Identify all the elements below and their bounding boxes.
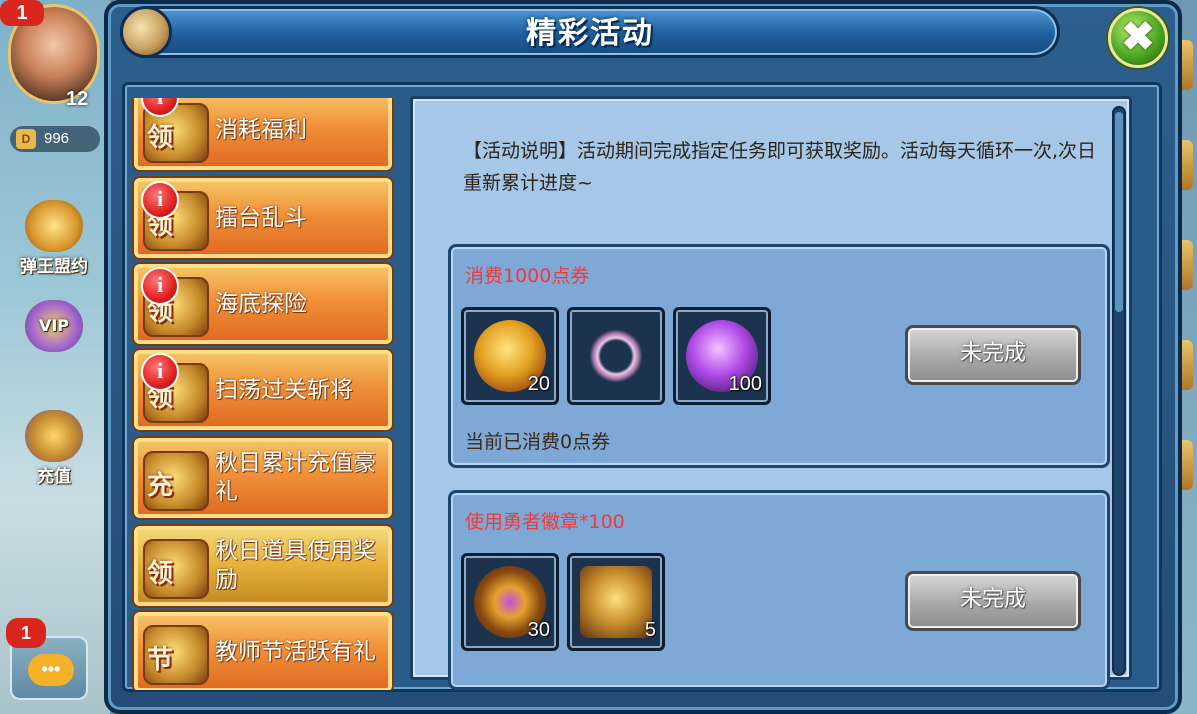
alliance-button[interactable]: 弹王盟约 — [6, 200, 102, 280]
reward-slot[interactable]: 30 — [461, 553, 559, 651]
activity-item-autumn-recharge[interactable]: 充 秋日累计充值豪礼 — [134, 438, 392, 518]
task-card: 消费1000点券 20 100 未完成 当前已消费0点券 — [448, 244, 1110, 468]
activity-item-seabed-explore[interactable]: 领 i 海底探险 — [134, 264, 392, 344]
activity-item-teachers-day[interactable]: 节 教师节活跃有礼 — [134, 612, 392, 690]
claim-badge-icon: 领 — [147, 559, 174, 589]
task-status-button[interactable]: 未完成 — [905, 325, 1081, 385]
alert-icon: i — [141, 267, 179, 305]
task-title: 消费1000点券 — [465, 265, 590, 287]
avatar-notification-badge: 1 — [0, 0, 44, 26]
activity-item-sweep-stages[interactable]: 领 i 扫荡过关斩将 — [134, 350, 392, 430]
activity-item-autumn-item-use[interactable]: 领 秋日道具使用奖励 — [134, 526, 392, 606]
reward-slot[interactable]: 20 — [461, 307, 559, 405]
task-title: 使用勇者徽章*100 — [465, 511, 625, 533]
horn-icon — [120, 6, 172, 58]
currency-display: D 996 — [10, 126, 100, 152]
activity-description: 【活动说明】活动期间完成指定任务即可获取奖励。活动每天循环一次,次日重新累计进度… — [463, 140, 1097, 194]
chat-bubble-icon: ••• — [28, 654, 74, 686]
recharge-badge-icon: 充 — [147, 471, 174, 501]
vip-level: 12 — [66, 88, 89, 110]
alert-icon: i — [141, 181, 179, 219]
chat-notification-badge: 1 — [6, 618, 46, 648]
alliance-label: 弹王盟约 — [20, 257, 88, 277]
vip-button[interactable]: VIP — [6, 300, 102, 380]
task-status-button[interactable]: 未完成 — [905, 571, 1081, 631]
activity-item-consume-welfare[interactable]: 领 i 消耗福利 — [134, 98, 392, 170]
reward-count: 100 — [728, 373, 762, 395]
activity-label: 海底探险 — [215, 290, 307, 317]
recharge-label: 充值 — [37, 467, 71, 487]
task-card: 使用勇者徽章*100 30 5 未完成 — [448, 490, 1110, 690]
scrollbar-thumb[interactable] — [1115, 112, 1123, 312]
coin-icon: D — [16, 129, 36, 149]
reward-slot[interactable]: 100 — [673, 307, 771, 405]
activity-label: 擂台乱斗 — [215, 204, 307, 231]
activity-item-arena-brawl[interactable]: 领 i 擂台乱斗 — [134, 178, 392, 258]
ring-icon — [580, 320, 652, 392]
activity-label: 秋日道具使用奖励 — [215, 538, 376, 593]
dialog-title: 精彩活动 — [526, 16, 654, 51]
activity-list[interactable]: 领 i 消耗福利 领 i 擂台乱斗 领 i 海底探险 领 i 扫荡过关斩将 充 … — [130, 98, 398, 690]
recharge-button[interactable]: 充值 — [6, 410, 102, 490]
dialog-title-bar: 精彩活动 — [120, 6, 1060, 58]
vip-tag: VIP — [38, 316, 70, 335]
activity-label: 教师节活跃有礼 — [215, 638, 376, 665]
festival-badge-icon: 节 — [147, 645, 174, 675]
reward-slot[interactable] — [567, 307, 665, 405]
activity-label: 秋日累计充值豪礼 — [215, 450, 376, 505]
close-button[interactable]: ✖ — [1108, 8, 1168, 68]
treasure-chest-icon — [25, 410, 83, 462]
reward-count: 5 — [644, 619, 656, 641]
alert-icon: i — [141, 353, 179, 391]
reward-slot[interactable]: 5 — [567, 553, 665, 651]
currency-value: 996 — [44, 130, 70, 147]
task-progress: 当前已消费0点券 — [465, 431, 611, 453]
scroll-icon — [25, 200, 83, 252]
activity-label: 扫荡过关斩将 — [215, 376, 353, 403]
reward-count: 30 — [527, 619, 550, 641]
activity-label: 消耗福利 — [215, 116, 307, 143]
treasure-chest-icon — [580, 566, 652, 638]
vip-wings-icon: VIP — [25, 300, 83, 352]
claim-badge-icon: 领 — [147, 123, 174, 153]
content-scrollbar[interactable] — [1112, 106, 1126, 676]
reward-count: 20 — [527, 373, 550, 395]
